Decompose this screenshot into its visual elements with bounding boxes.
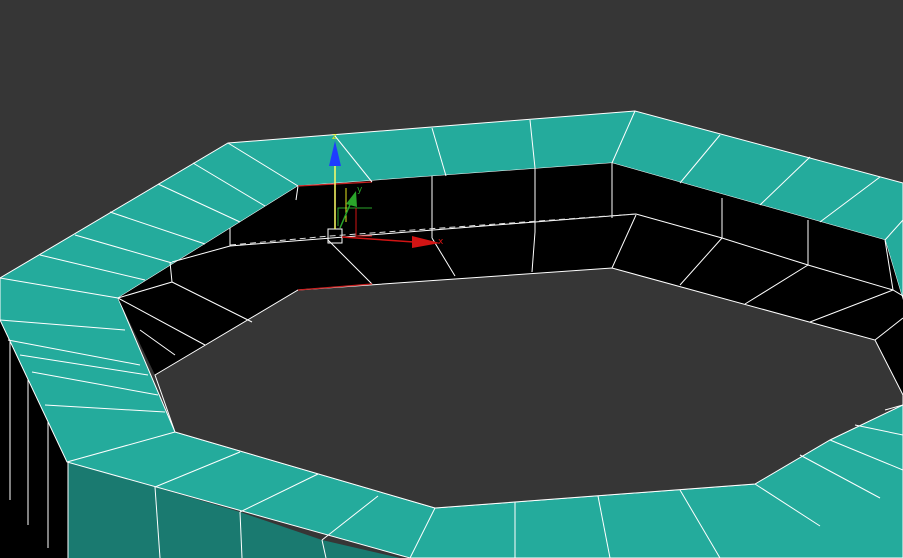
3d-viewport[interactable]: z y x [0, 0, 903, 558]
y-axis-label: y [357, 185, 363, 195]
x-axis-label: x [438, 237, 444, 247]
viewport-scene[interactable]: z y x [0, 0, 903, 558]
z-axis-label: z [332, 132, 337, 142]
